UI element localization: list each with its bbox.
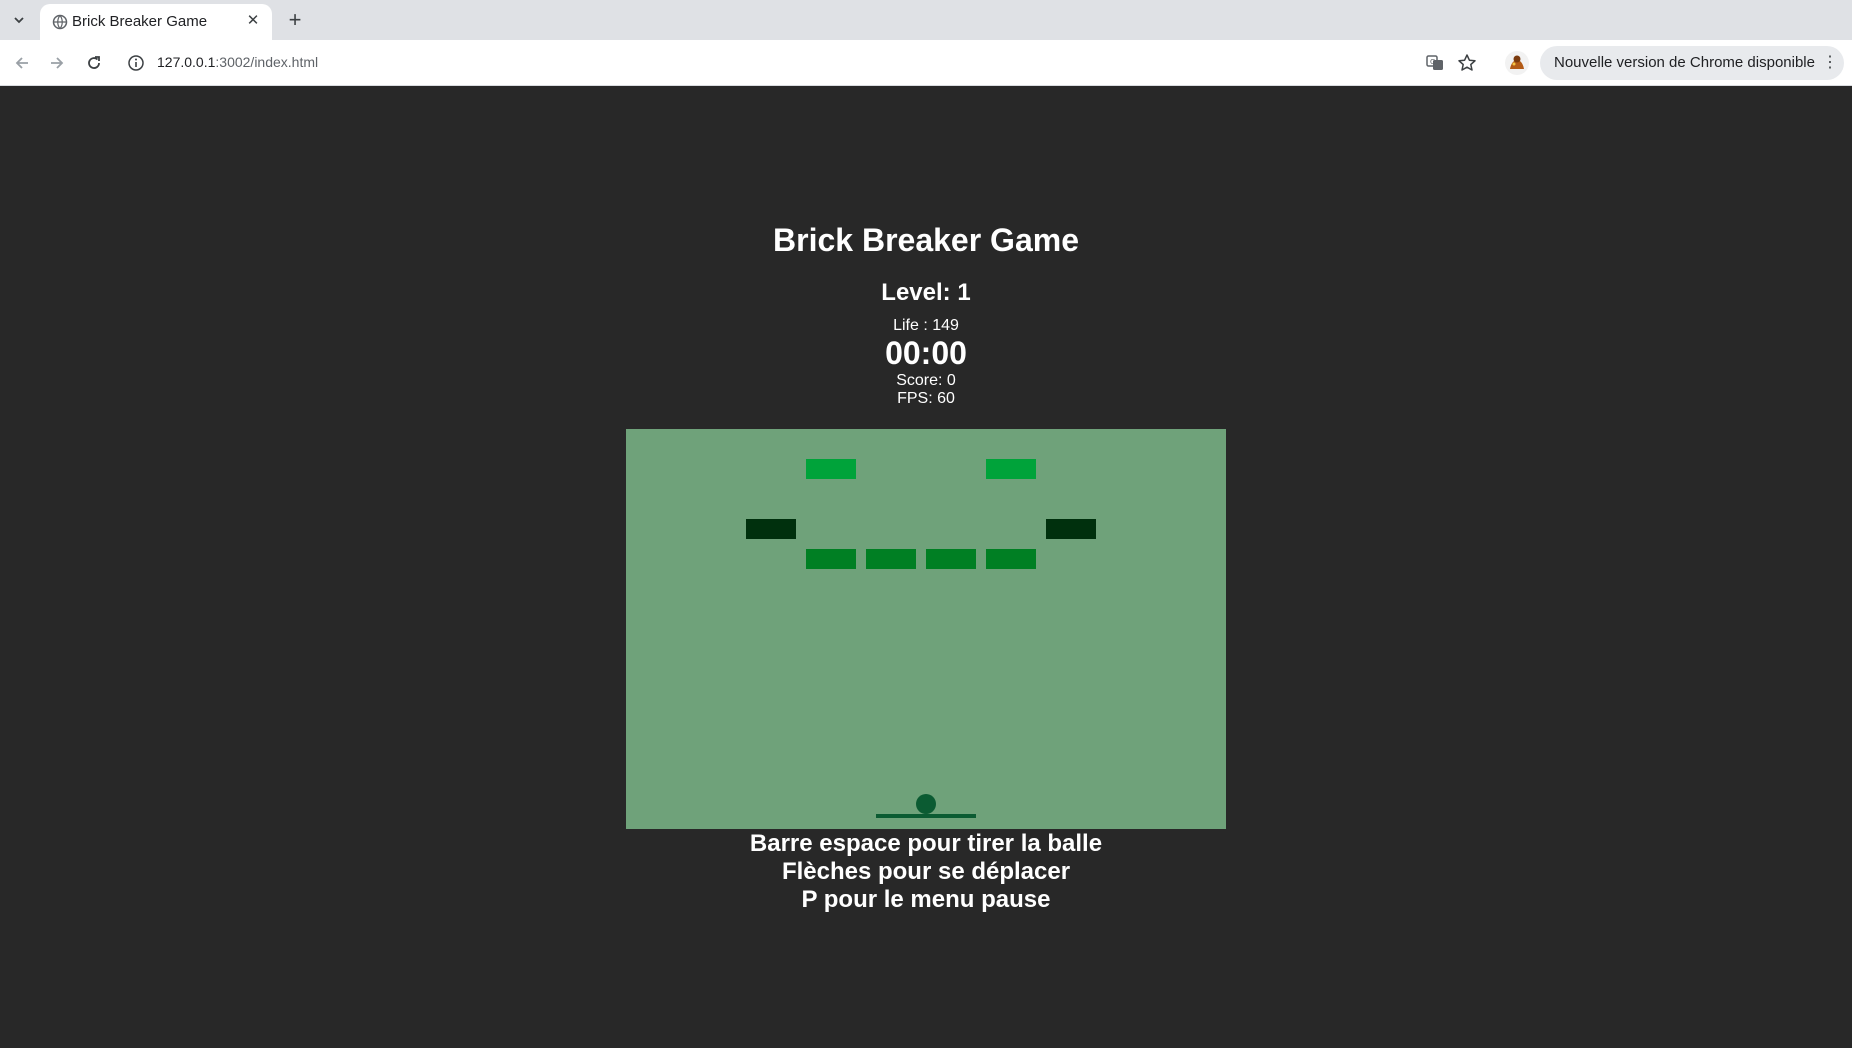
instruction-line: P pour le menu pause (801, 886, 1051, 913)
brick (986, 549, 1036, 569)
brick (806, 459, 856, 479)
address-bar-url[interactable]: 127.0.0.1:3002/index.html (157, 54, 318, 70)
update-label: Nouvelle version de Chrome disponible (1554, 54, 1815, 71)
globe-icon (52, 14, 68, 30)
instruction-line: Barre espace pour tirer la balle (749, 830, 1103, 857)
profile-avatar-icon[interactable] (1505, 51, 1529, 75)
more-vert-icon[interactable]: ⋮ (1822, 53, 1838, 73)
site-info-icon[interactable] (127, 54, 145, 72)
back-arrow-icon[interactable] (9, 50, 35, 76)
svg-text:G: G (1430, 58, 1435, 66)
score-label: Score: 0 (896, 372, 956, 389)
browser-tabstrip: Brick Breaker Game ✕ + (0, 0, 1852, 40)
paddle (876, 814, 976, 818)
browser-toolbar: 127.0.0.1:3002/index.html G Nouvelle ver… (0, 40, 1852, 86)
chrome-update-button[interactable]: Nouvelle version de Chrome disponible ⋮ (1540, 46, 1844, 80)
browser-tab-active[interactable]: Brick Breaker Game ✕ (40, 4, 272, 40)
brick (926, 549, 976, 569)
brick (866, 549, 916, 569)
translate-icon[interactable]: G (1424, 52, 1446, 74)
new-tab-plus-icon[interactable]: + (282, 8, 308, 34)
fps-label: FPS: 60 (897, 390, 955, 407)
instruction-line: Flèches pour se déplacer (781, 858, 1071, 885)
tab-title: Brick Breaker Game (72, 13, 208, 30)
brick (986, 459, 1036, 479)
brick (746, 519, 796, 539)
close-icon[interactable]: ✕ (244, 12, 262, 30)
ball (916, 794, 936, 814)
life-label: Life : 149 (893, 317, 959, 334)
page-viewport: Brick Breaker Game Level: 1 Life : 149 0… (0, 86, 1852, 1048)
timer-display: 00:00 (885, 335, 967, 371)
level-label: Level: 1 (881, 279, 971, 306)
bookmark-star-icon[interactable] (1456, 52, 1478, 74)
forward-arrow-icon[interactable] (44, 50, 70, 76)
brick (806, 549, 856, 569)
instructions: Barre espace pour tirer la balle Flèches… (0, 830, 1852, 914)
game-title: Brick Breaker Game (773, 222, 1079, 258)
reload-icon[interactable] (81, 50, 107, 76)
brick (1046, 519, 1096, 539)
game-canvas[interactable] (626, 429, 1226, 829)
url-path: :3002/index.html (215, 54, 319, 70)
tab-search-chevron-icon[interactable] (6, 8, 32, 32)
url-host: 127.0.0.1 (157, 54, 216, 70)
